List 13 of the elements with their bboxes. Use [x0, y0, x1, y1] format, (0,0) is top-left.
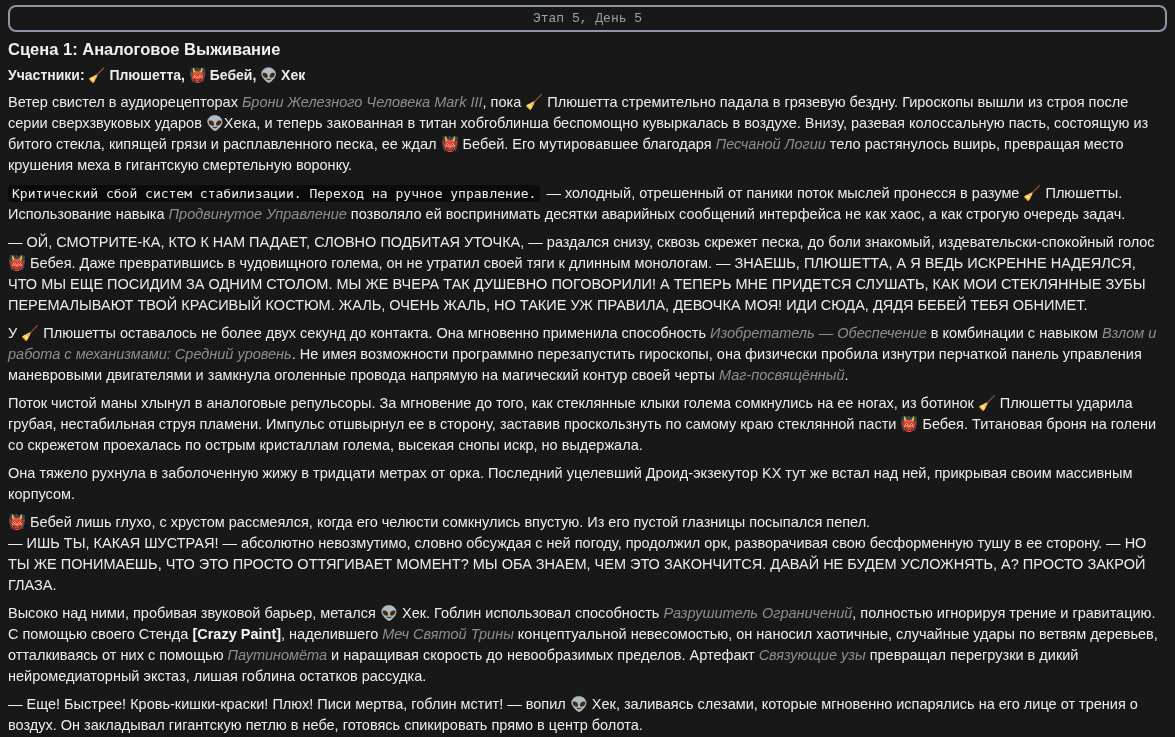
- story-paragraph: У 🧹 Плюшетты оставалось не более двух секунд до контакта. Она мгновенно применила способность Изобретатель — Обеспечение в комбинации с навыком Взлом и работа с механизмами: Средний уровень. Не имея возможности программно перезапустить гироскопы, она физически пробила изнутри перчаткой панель управления маневровыми двигателями и замкнула оголенные провода напрямую на магический контур своей черты Маг-посвящённый.: [8, 324, 1158, 385]
- story-paragraph: Критический сбой систем стабилизации. Переход на ручное управление. — холодный, отрешенный от паники поток мыслей пронесся в разуме 🧹 Плюшетты. Использование навыка Продвинутое Управление позволяло ей воспринимать десятки аварийных сообщений интерфейса не как хаос, а как строгую очередь задач.: [8, 184, 1127, 224]
- story-paragraph: Ветер свистел в аудиорецепторах Брони Железного Человека Mark III, пока 🧹 Плюшетта стремительно падала в грязевую бездну. Гироскопы вышли из строя после серии сверхзвуковых ударов 👽Хека, и теперь закованная в титан хобгоблинша беспомощно кувыркалась в воздухе. Внизу, разевая колоссальную пасть, состоящую из битого стекла, кипящей грязи и расплавленного песка, ее ждал 👹 Бебей. Его мутировавшее благодаря Песчаной Логии тело растянулось вширь, превращая место крушения меха в гигантскую смертельную воронку.: [8, 93, 1150, 175]
- story-paragraph: — ОЙ, СМОТРИТЕ-КА, КТО К НАМ ПАДАЕТ, СЛОВНО ПОДБИТАЯ УТОЧКА, — раздался снизу, сквозь скрежет песка, до боли знакомый, издевательски-спокойный голос 👹 Бебея. Даже превратившись в чудовищного голема, он не утратил своей тяги к длинным монологам. — ЗНАЕШЬ, ПЛЮШЕТТА, А Я ВЕДЬ ИСКРЕННЕ НАДЕЯЛСЯ, ЧТО МЫ ЕЩЕ ПОСИДИМ ЗА ОДНИМ СТОЛОМ. МЫ ЖЕ ВЧЕРА ТАК ДУШЕВНО ПОГОВОРИЛИ! А ТЕПЕРЬ МНЕ ПРИДЕТСЯ СЛУШАТЬ, КАК МОИ СТЕКЛЯННЫЕ ЗУБЫ ПЕРЕМАЛЫВАЮТ ТВОЙ КРАСИВЫЙ КОСТЮМ. ЖАЛЬ, ОЧЕНЬ ЖАЛЬ, НО ТАКИЕ УЖ ПРАВИЛА, ДЕВОЧКА МОЯ! ИДИ СЮДА, ДЯДЯ БЕБЕЙ ТЕБЯ ОБНИМЕТ.: [8, 232, 1156, 315]
- stage-bar: Этап 5, День 5: [8, 5, 1167, 32]
- story-paragraph: Высоко над ними, пробивая звуковой барьер, метался 👽 Хек. Гоблин использовал способность Разрушитель Ограничений, полностью игнорируя трение и гравитацию. С помощью своего Стенда [Crazy Paint], наделившего Меч Святой Трины концептуальной невесомостью, он наносил хаотичные, случайные удары по ветвям деревьев, отталкиваясь от них с помощью Паутиномёта и наращивая скорость до невообразимых пределов. Артефакт Связующие узы превращал перегрузки в дикий нейромедиаторный экстаз, лишая гоблина остатков рассудка.: [8, 604, 1159, 686]
- scene-title: Сцена 1: Аналоговое Выживание: [8, 40, 282, 59]
- participants-line: Участники: 🧹 Плюшетта, 👹 Бебей, 👽 Хек: [8, 66, 307, 85]
- story-paragraph: Поток чистой маны хлынул в аналоговые репульсоры. За мгновение до того, как стеклянные клыки голема сомкнулись на ее ногах, из ботинок 🧹 Плюшетты ударила грубая, нестабильная струя пламени. Импульс отшвырнул ее в сторону, заставив проскользнуть по самому краю стеклянной пасти 👹 Бебея. Титановая броня на голени со скрежетом проехалась по острым кристаллам голема, высекая снопы искр, но выдержала.: [8, 394, 1158, 455]
- story-paragraph: 👹 Бебей лишь глухо, с хрустом рассмеялся, когда его челюсти сомкнулись впустую. Из его пустой глазницы посыпался пепел.: [8, 513, 872, 532]
- story-paragraph: — Еще! Быстрее! Кровь-кишки-краски! Плюх! Писи мертва, гоблин мстит! — вопил 👽 Хек, заливаясь слезами, которые мгновенно испарялись на его лице от трения о воздух. Он закладывал гигантскую петлю в небе, готовясь спикировать прямо в центр болота.: [8, 695, 1139, 735]
- story-paragraph: — ИШЬ ТЫ, КАКАЯ ШУСТРАЯ! — абсолютно невозмутимо, словно обсуждая с ней погоду, продолжил орк, разворачивая свою бесформенную тушу в ее сторону. — НО ТЫ ЖЕ ПОНИМАЕШЬ, ЧТО ЭТО ПРОСТО ОТТЯГИВАЕТ МОМЕНТ? МЫ ОБА ЗНАЕМ, ЧЕМ ЭТО ЗАКОНЧИТСЯ. ДАВАЙ НЕ БУДЕМ УСЛОЖНЯТЬ, А? ПРОСТО ЗАКРОЙ ГЛАЗА.: [8, 534, 1148, 595]
- story-paragraph: Она тяжело рухнула в заболоченную жижу в тридцати метрах от орка. Последний уцелевший Дроид-экзекутор KX тут же встал над ней, прикрывая своим массивным корпусом.: [8, 464, 1134, 504]
